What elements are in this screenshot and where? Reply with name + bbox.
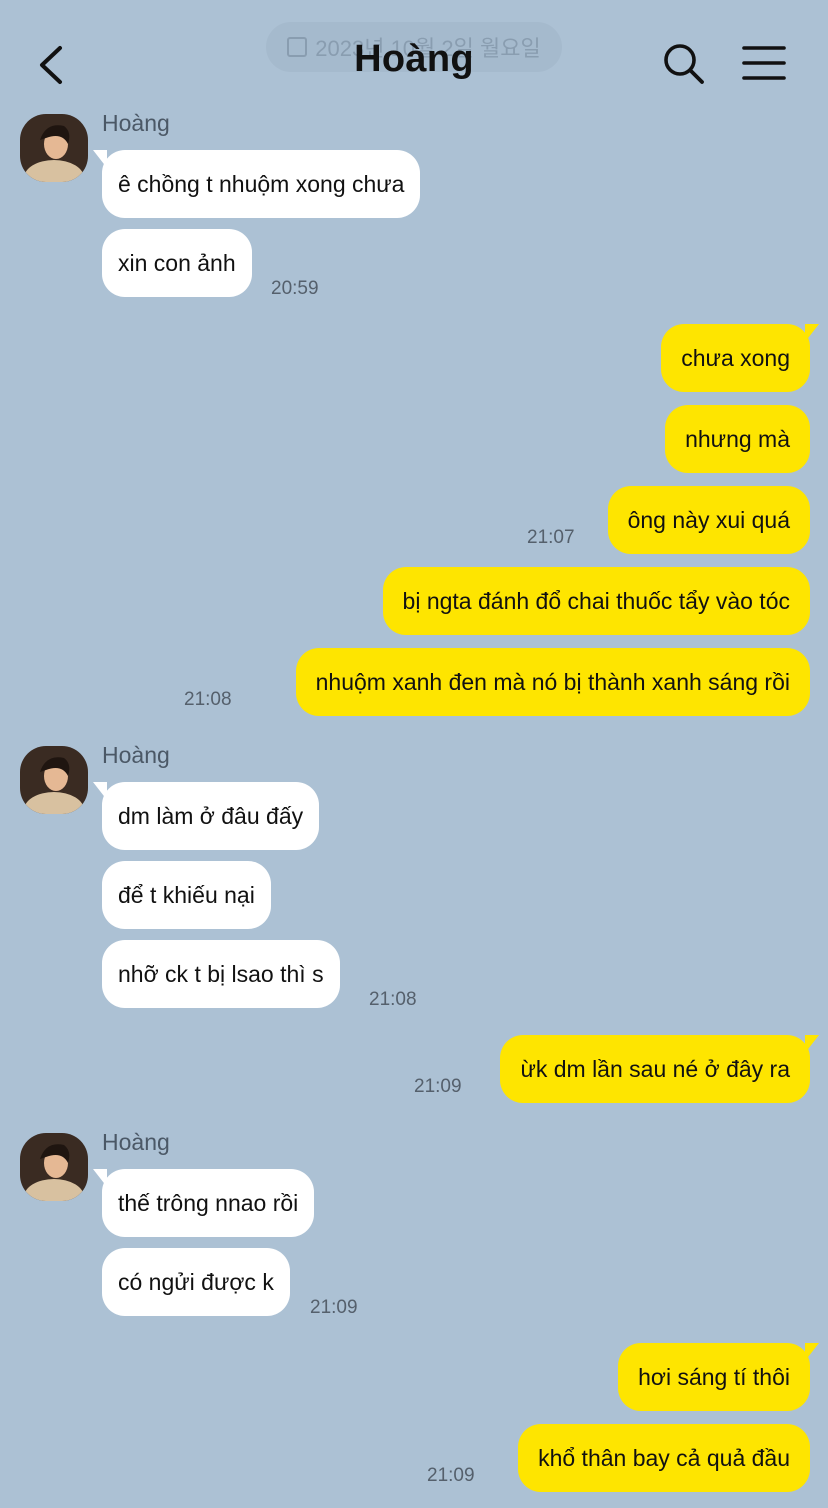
search-icon xyxy=(664,44,704,84)
message-text: ê chồng t nhuộm xong chưa xyxy=(118,170,405,197)
message-text: chưa xong xyxy=(681,344,790,371)
message-text: để t khiếu nại xyxy=(118,881,255,908)
message-time: 21:07 xyxy=(527,527,575,548)
message-text: dm làm ở đâu đấy xyxy=(118,802,304,829)
message-text: nhuộm xanh đen mà nó bị thành xanh sáng … xyxy=(315,668,790,695)
message-text: hơi sáng tí thôi xyxy=(638,1363,790,1390)
menu-button[interactable] xyxy=(740,42,788,86)
search-button[interactable] xyxy=(660,40,708,88)
message-bubble[interactable]: nhưng mà xyxy=(665,405,810,473)
message-time: 21:09 xyxy=(414,1076,462,1097)
message-bubble[interactable]: chưa xong xyxy=(661,324,819,392)
avatar[interactable] xyxy=(20,1133,88,1201)
message-bubble[interactable]: ê chồng t nhuộm xong chưa xyxy=(92,150,421,218)
message-text: ông này xui quá xyxy=(627,506,790,533)
message-bubble[interactable]: ông này xui quá xyxy=(607,486,810,554)
message-bubble[interactable]: hơi sáng tí thôi xyxy=(618,1343,819,1411)
profile-photo-icon xyxy=(20,746,88,814)
message-time: 21:08 xyxy=(184,689,232,710)
avatar[interactable] xyxy=(20,746,88,814)
message-text: có ngửi được k xyxy=(118,1268,274,1295)
message-bubble[interactable]: để t khiếu nại xyxy=(102,861,271,929)
message-text: nhỡ ck t bị lsao thì s xyxy=(118,960,324,987)
message-text: nhưng mà xyxy=(685,425,790,452)
message-bubble[interactable]: bị ngta đánh đổ chai thuốc tẩy vào tóc xyxy=(382,567,810,635)
message-bubble[interactable]: thế trông nnao rồi xyxy=(92,1169,315,1237)
message-time: 21:08 xyxy=(369,989,417,1010)
profile-photo-icon xyxy=(20,114,88,182)
message-bubble[interactable]: ừk dm lần sau né ở đây ra xyxy=(500,1035,819,1103)
message-text: bị ngta đánh đổ chai thuốc tẩy vào tóc xyxy=(402,587,790,614)
message-time: 21:09 xyxy=(427,1465,475,1486)
message-bubble[interactable]: dm làm ở đâu đấy xyxy=(92,782,320,850)
sender-name: Hoàng xyxy=(102,1129,170,1155)
sender-name: Hoàng xyxy=(102,110,170,136)
message-text: ừk dm lần sau né ở đây ra xyxy=(520,1055,790,1082)
message-text: khổ thân bay cả quả đầu xyxy=(538,1444,790,1471)
hamburger-menu-icon xyxy=(742,46,786,80)
sender-name: Hoàng xyxy=(102,742,170,768)
message-bubble[interactable]: nhuộm xanh đen mà nó bị thành xanh sáng … xyxy=(295,648,810,716)
message-text: thế trông nnao rồi xyxy=(118,1189,299,1216)
message-time: 21:09 xyxy=(310,1297,358,1318)
chat-header: 2023년 10월 2일 월요일 Hoàng xyxy=(0,0,828,120)
avatar[interactable] xyxy=(20,114,88,182)
message-bubble[interactable]: có ngửi được k xyxy=(102,1248,290,1316)
profile-photo-icon xyxy=(20,1133,88,1201)
message-bubble[interactable]: nhỡ ck t bị lsao thì s xyxy=(102,940,340,1008)
message-text: xin con ảnh xyxy=(118,249,236,276)
chat-screen: 2023년 10월 2일 월요일 Hoàng Hoàng ê chồng t n… xyxy=(0,0,828,1508)
message-bubble[interactable]: khổ thân bay cả quả đầu xyxy=(518,1424,810,1492)
message-bubble[interactable]: xin con ảnh xyxy=(102,229,252,297)
message-time: 20:59 xyxy=(271,278,319,299)
